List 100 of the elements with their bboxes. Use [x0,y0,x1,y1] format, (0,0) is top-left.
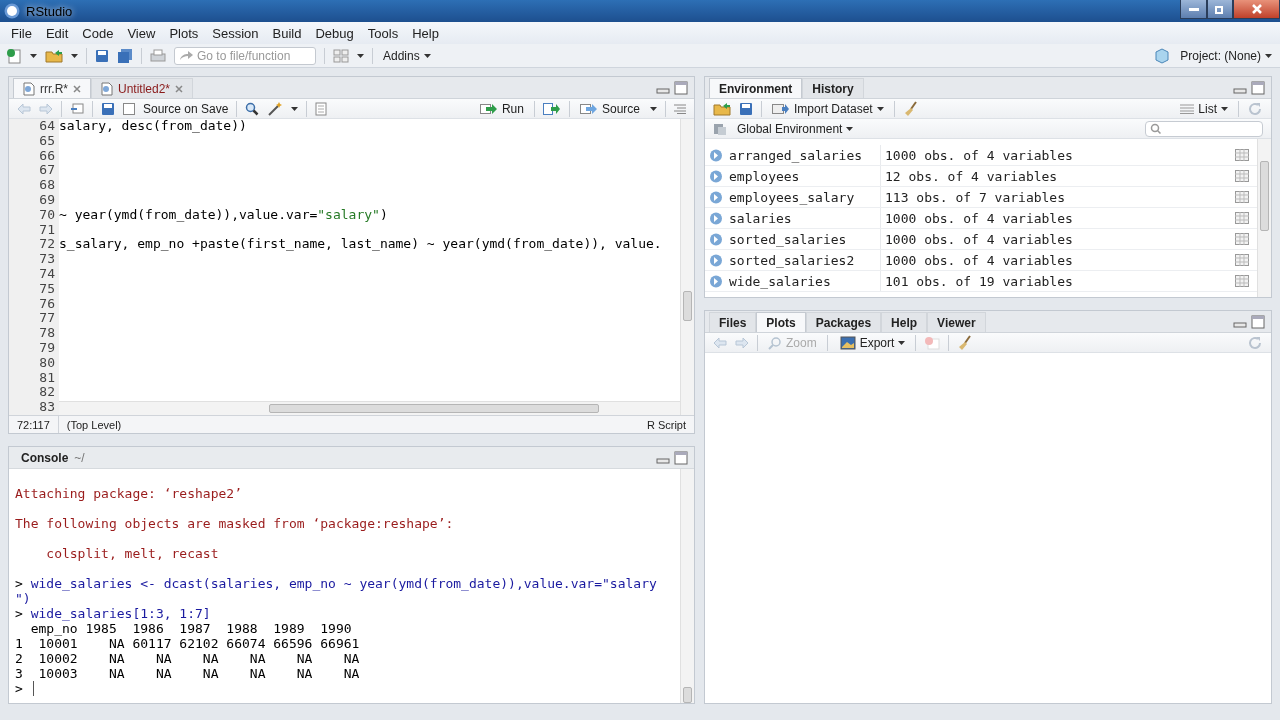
save-icon[interactable] [101,101,115,116]
pane-tab[interactable]: Help [881,312,928,332]
show-in-window-icon[interactable] [70,102,84,115]
scrollbar[interactable] [1257,139,1271,297]
maximize-icon[interactable] [674,80,688,95]
line-number: 79 [38,340,56,356]
pane-tab[interactable]: Environment [709,78,803,98]
table-icon[interactable] [1235,149,1249,161]
console-line: The following objects are masked from ‘package:reshape’: [15,516,454,531]
menu-item[interactable]: Build [265,25,309,41]
caret-icon [846,126,854,131]
menu-item[interactable]: Session [205,25,266,41]
restore-button[interactable] [1207,0,1233,19]
menu-item[interactable]: View [120,25,163,41]
menu-item[interactable]: Plots [162,25,206,41]
search-field[interactable] [1145,120,1263,137]
console-line: 2 10002 NA NA NA NA NA NA [15,651,360,666]
table-icon[interactable] [1235,275,1249,287]
print-icon[interactable] [150,48,166,63]
horizontal-scrollbar[interactable] [59,401,680,415]
pane-tab[interactable]: Files [709,312,757,332]
source-button[interactable]: Source [577,101,642,116]
menu-item[interactable]: Edit [38,25,76,41]
expand-icon[interactable] [709,211,725,225]
import-dataset-button[interactable]: Import Dataset [770,101,886,116]
export-button[interactable]: Export [835,335,908,350]
checkbox[interactable] [123,102,135,115]
expand-icon[interactable] [709,274,725,288]
remove-plot-icon[interactable] [924,335,941,350]
back-arrow-icon[interactable] [17,102,31,115]
run-button[interactable]: Run [477,101,526,116]
outline-icon[interactable] [674,103,686,114]
maximize-icon[interactable] [1251,80,1265,95]
scope-selector[interactable]: (Top Level) [58,416,130,433]
expand-icon[interactable] [709,169,725,183]
save-icon[interactable] [739,101,753,116]
menu-item[interactable]: Code [75,25,121,41]
project-menu-button[interactable]: Project: (None) [1178,48,1274,63]
variable-name: sorted_salaries [725,229,881,249]
broom-icon[interactable] [957,334,974,351]
pane-tab[interactable]: Plots [756,312,806,332]
line-number: 76 [38,296,56,312]
caret-icon [1221,106,1228,111]
pane-tab[interactable]: Packages [805,312,882,332]
window-title: RStudio [26,3,73,19]
folder-icon[interactable] [45,48,63,63]
search-icon[interactable] [245,101,260,116]
close-icon[interactable] [175,84,184,93]
menu-item[interactable]: Help [405,25,446,41]
menu-item[interactable]: Debug [308,25,361,41]
table-icon[interactable] [1235,170,1249,182]
list-icon [1180,103,1195,114]
line-number: 81 [38,370,56,386]
magic-wand-icon[interactable] [267,101,284,116]
magnifier-icon [768,335,782,350]
expand-icon[interactable] [709,190,725,204]
pane-tab[interactable]: Viewer [927,312,986,332]
variable-name: employees_salary [725,187,881,207]
maximize-icon[interactable] [1251,314,1265,329]
addins-button[interactable]: Addins [381,48,433,63]
layout-grid-icon[interactable] [333,48,349,63]
console-line: 1 10001 NA 60117 62102 66074 66596 66961 [15,636,360,651]
refresh-icon[interactable] [1247,334,1263,351]
editor-tab[interactable]: Untitled2* [91,78,194,98]
menu-item[interactable]: File [4,25,39,41]
rerun-icon[interactable] [542,102,561,115]
notebook-icon[interactable] [315,101,328,116]
folder-icon[interactable] [713,101,731,116]
table-arrow-icon [772,102,790,115]
minimize-button[interactable] [1180,0,1207,19]
refresh-icon[interactable] [1247,100,1263,117]
save-all-icon[interactable] [117,48,133,63]
back-arrow-icon[interactable] [713,336,727,349]
new-file-icon[interactable] [6,47,22,64]
console-title: Console [21,450,69,465]
line-number: 65 [38,133,56,149]
environment-selector[interactable]: Global Environment [735,121,856,136]
table-icon[interactable] [1235,254,1249,266]
editor-tab[interactable]: rrr.R* [13,78,91,98]
scrollbar[interactable] [680,469,694,703]
table-icon[interactable] [1235,191,1249,203]
expand-icon[interactable] [709,148,725,162]
file-type-selector[interactable]: R Script [638,416,694,433]
forward-arrow-icon[interactable] [39,102,53,115]
pane-tab[interactable]: History [802,78,864,98]
project-cube-icon [1154,47,1171,64]
table-icon[interactable] [1235,233,1249,245]
maximize-icon[interactable] [674,450,688,465]
expand-icon[interactable] [709,232,725,246]
save-icon[interactable] [95,48,109,63]
expand-icon[interactable] [709,253,725,267]
close-icon[interactable] [73,84,81,93]
menu-item[interactable]: Tools [360,25,406,41]
forward-arrow-icon[interactable] [735,336,749,349]
list-view-button[interactable]: List [1178,101,1230,116]
close-button[interactable] [1233,0,1280,19]
caret-icon [71,53,78,58]
scrollbar[interactable] [680,119,694,415]
caret-icon [1265,53,1272,58]
table-icon[interactable] [1235,212,1249,224]
